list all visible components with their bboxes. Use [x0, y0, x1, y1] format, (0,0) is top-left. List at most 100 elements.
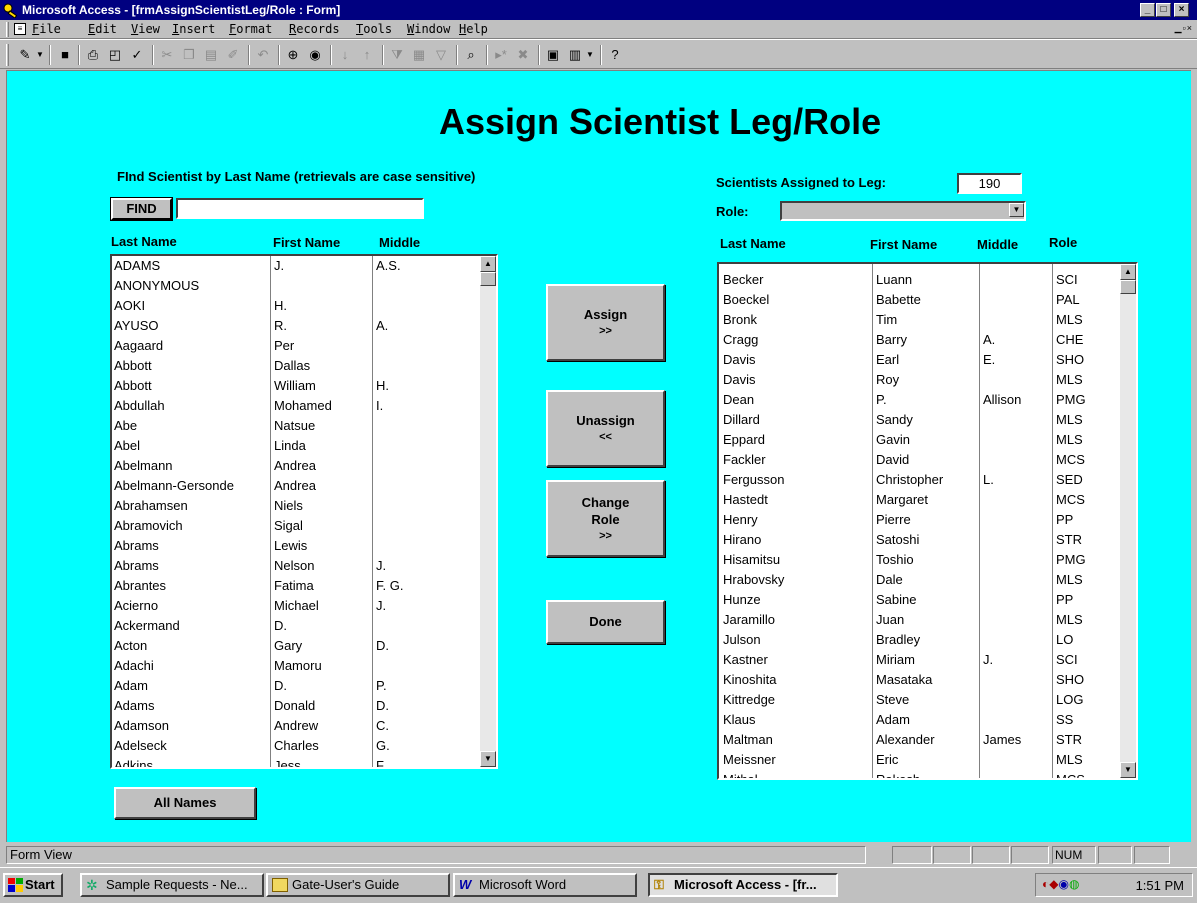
list-item[interactable]: Eppard Gavin MLS	[719, 430, 1120, 450]
form-system-menu-icon[interactable]: ≡	[14, 23, 26, 35]
chevron-down-icon[interactable]: ▼	[1009, 203, 1024, 217]
list-item[interactable]: ADAMS J. A.S.	[112, 256, 480, 276]
assign-button[interactable]: Assign >>	[546, 284, 665, 361]
spelling-icon[interactable]: ✓	[126, 45, 148, 65]
menubar-grip[interactable]	[6, 22, 9, 37]
list-item[interactable]: Meissner Eric MLS	[719, 750, 1120, 770]
list-item[interactable]: Dean P. Allison PMG	[719, 390, 1120, 410]
role-select[interactable]: ▼	[780, 201, 1026, 221]
insert-hyperlink-icon[interactable]: ⊕	[282, 45, 304, 65]
list-item[interactable]: Davis Roy MLS	[719, 370, 1120, 390]
list-item[interactable]: AYUSO R. A.	[112, 316, 480, 336]
list-item[interactable]: Abelmann-Gersonde Andrea	[112, 476, 480, 496]
list-item[interactable]: Abdullah Mohamed I.	[112, 396, 480, 416]
list-item[interactable]: Jaramillo Juan MLS	[719, 610, 1120, 630]
list-item[interactable]: Kittredge Steve LOG	[719, 690, 1120, 710]
assigned-scientists-list[interactable]: Becker Luann SCI Boeckel Babette PAL Bronk Tim M…	[717, 262, 1138, 780]
toolbar-grip[interactable]	[6, 44, 9, 66]
list-item[interactable]: Adkins Jess F.	[112, 756, 480, 767]
start-button[interactable]: Start	[3, 873, 63, 897]
list-item[interactable]: Adamson Andrew C.	[112, 716, 480, 736]
list-item[interactable]: Klaus Adam SS	[719, 710, 1120, 730]
scroll-down-icon[interactable]: ▼	[1120, 762, 1136, 778]
list-item[interactable]: Fackler David MCS	[719, 450, 1120, 470]
list-item[interactable]: AOKI H.	[112, 296, 480, 316]
list-item[interactable]: Adam D. P.	[112, 676, 480, 696]
list-scrollbar[interactable]: ▲ ▼	[1120, 264, 1136, 778]
web-toolbar-icon[interactable]: ◉	[304, 45, 326, 65]
list-item[interactable]: Acierno Michael J.	[112, 596, 480, 616]
mdi-window-buttons[interactable]: ▁▫×	[1175, 23, 1193, 34]
list-item[interactable]: Bronk Tim MLS	[719, 310, 1120, 330]
scroll-up-icon[interactable]: ▲	[1120, 264, 1136, 280]
cut-icon[interactable]: ✂	[156, 45, 178, 65]
done-button[interactable]: Done	[546, 600, 665, 644]
list-item[interactable]: Abrantes Fatima F. G.	[112, 576, 480, 596]
undo-icon[interactable]: ↶	[252, 45, 274, 65]
form-vertical-scrollbar[interactable]	[1191, 70, 1197, 842]
help-icon[interactable]: ?	[604, 45, 626, 65]
list-item[interactable]: Abbott William H.	[112, 376, 480, 396]
list-item[interactable]: Adachi Mamoru	[112, 656, 480, 676]
maximize-icon[interactable]: □	[1156, 3, 1171, 17]
delete-record-icon[interactable]: ✖	[512, 45, 534, 65]
list-item[interactable]: Cragg Barry A. CHE	[719, 330, 1120, 350]
list-item[interactable]: Hrabovsky Dale MLS	[719, 570, 1120, 590]
menu-records[interactable]: Records	[289, 22, 340, 36]
task-microsoft-access[interactable]: ⚿ Microsoft Access - [fr...	[648, 873, 838, 897]
list-item[interactable]: Dillard Sandy MLS	[719, 410, 1120, 430]
menu-view[interactable]: View	[131, 22, 160, 36]
view-dropdown-icon[interactable]: ▼	[34, 45, 46, 65]
list-item[interactable]: Abramovich Sigal	[112, 516, 480, 536]
tray-icons[interactable]: ◐◆◉◍	[1042, 877, 1079, 891]
list-item[interactable]: Henry Pierre PP	[719, 510, 1120, 530]
list-item[interactable]: Hunze Sabine PP	[719, 590, 1120, 610]
save-icon[interactable]: ■	[54, 45, 76, 65]
menu-help[interactable]: Help	[459, 22, 488, 36]
list-item[interactable]: Abrams Lewis	[112, 536, 480, 556]
list-item[interactable]: Abrahamsen Niels	[112, 496, 480, 516]
all-names-button[interactable]: All Names	[114, 787, 256, 819]
find-binoculars-icon[interactable]: ⌕	[460, 45, 482, 65]
sort-descending-icon[interactable]: ↑	[356, 45, 378, 65]
find-input[interactable]	[176, 198, 424, 219]
menu-insert[interactable]: Insert	[172, 22, 215, 36]
list-item[interactable]: Julson Bradley LO	[719, 630, 1120, 650]
window-titlebar[interactable]: Microsoft Access - [frmAssignScientistLe…	[0, 0, 1197, 20]
list-item[interactable]: Boeckel Babette PAL	[719, 290, 1120, 310]
list-item[interactable]: Abbott Dallas	[112, 356, 480, 376]
list-item[interactable]: Adams Donald D.	[112, 696, 480, 716]
task-gate-users-guide[interactable]: Gate-User's Guide	[266, 873, 450, 897]
new-record-icon[interactable]: ▸*	[490, 45, 512, 65]
paste-icon[interactable]: ▤	[200, 45, 222, 65]
find-button[interactable]: FIND	[110, 197, 173, 221]
list-item[interactable]: Mithal Rakesh MCS	[719, 770, 1120, 778]
scroll-up-icon[interactable]: ▲	[480, 256, 496, 272]
sort-ascending-icon[interactable]: ↓	[334, 45, 356, 65]
list-item[interactable]: ANONYMOUS	[112, 276, 480, 296]
minimize-icon[interactable]: _	[1140, 3, 1155, 17]
apply-filter-icon[interactable]: ▽	[430, 45, 452, 65]
menu-edit[interactable]: Edit	[88, 22, 117, 36]
task-sample-requests[interactable]: ✲ Sample Requests - Ne...	[80, 873, 264, 897]
list-item[interactable]: Kastner Miriam J. SCI	[719, 650, 1120, 670]
menu-file[interactable]: File	[32, 22, 61, 36]
list-item[interactable]: Kinoshita Masataka SHO	[719, 670, 1120, 690]
close-icon[interactable]: ×	[1174, 3, 1189, 17]
menu-tools[interactable]: Tools	[356, 22, 392, 36]
scroll-thumb[interactable]	[480, 272, 496, 286]
list-item[interactable]: Aagaard Per	[112, 336, 480, 356]
list-item[interactable]: Hisamitsu Toshio PMG	[719, 550, 1120, 570]
print-icon[interactable]: ⎙	[82, 45, 104, 65]
task-microsoft-word[interactable]: W Microsoft Word	[453, 873, 637, 897]
list-item[interactable]: Fergusson Christopher L. SED	[719, 470, 1120, 490]
list-item[interactable]: Hastedt Margaret MCS	[719, 490, 1120, 510]
filter-by-form-icon[interactable]: ▦	[408, 45, 430, 65]
list-item[interactable]: Davis Earl E. SHO	[719, 350, 1120, 370]
list-item[interactable]: Abe Natsue	[112, 416, 480, 436]
print-preview-icon[interactable]: ◰	[104, 45, 126, 65]
list-item[interactable]: Hirano Satoshi STR	[719, 530, 1120, 550]
unassign-button[interactable]: Unassign <<	[546, 390, 665, 467]
menu-format[interactable]: Format	[229, 22, 272, 36]
new-object-icon[interactable]: ▥	[564, 45, 586, 65]
